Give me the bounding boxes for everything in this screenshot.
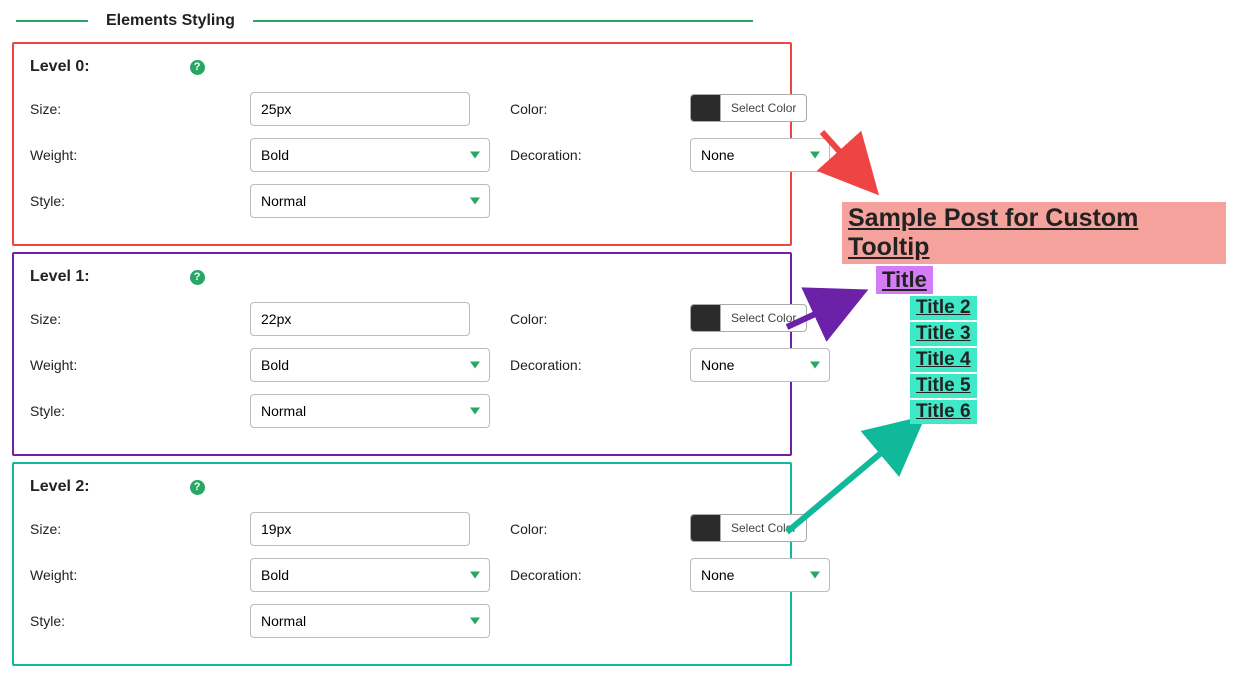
preview-pane: Sample Post for Custom Tooltip Title Tit… [802, 12, 1226, 672]
preview-heading-1: Title [876, 266, 933, 294]
size-label: Size: [30, 521, 230, 537]
weight-label: Weight: [30, 567, 230, 583]
size-label: Size: [30, 311, 230, 327]
color-swatch [691, 305, 721, 331]
level-0-panel: Level 0: ? Size: Color: Select Color Wei… [12, 42, 792, 246]
section-header: Elements Styling [12, 12, 792, 42]
style-select[interactable]: Normal [250, 604, 490, 638]
level-1-title: Level 1: [30, 268, 90, 286]
style-select[interactable]: Normal [250, 394, 490, 428]
help-icon[interactable]: ? [190, 270, 205, 285]
color-swatch [691, 515, 721, 541]
preview-heading-2: Title 2 [910, 296, 977, 320]
preview-heading-0: Sample Post for Custom Tooltip [842, 202, 1226, 264]
decoration-label: Decoration: [510, 357, 670, 373]
section-title: Elements Styling [106, 12, 235, 30]
level-0-title: Level 0: [30, 58, 90, 76]
size-label: Size: [30, 101, 230, 117]
preview-heading-2: Title 6 [910, 400, 977, 424]
color-label: Color: [510, 521, 670, 537]
color-swatch [691, 95, 721, 121]
accent-line-left [16, 20, 88, 22]
size-input[interactable] [250, 92, 470, 126]
level-2-title: Level 2: [30, 478, 90, 496]
style-select[interactable]: Normal [250, 184, 490, 218]
size-input[interactable] [250, 302, 470, 336]
weight-label: Weight: [30, 147, 230, 163]
weight-select[interactable]: Bold [250, 348, 490, 382]
size-input[interactable] [250, 512, 470, 546]
help-icon[interactable]: ? [190, 60, 205, 75]
arrow-red-icon [812, 122, 892, 202]
preview-heading-2: Title 5 [910, 374, 977, 398]
accent-line-right [253, 20, 753, 22]
level-2-panel: Level 2: ? Size: Color: Select Color Wei… [12, 462, 792, 666]
decoration-label: Decoration: [510, 147, 670, 163]
help-icon[interactable]: ? [190, 480, 205, 495]
style-label: Style: [30, 193, 230, 209]
decoration-label: Decoration: [510, 567, 670, 583]
select-color-label: Select Color [721, 101, 806, 115]
color-label: Color: [510, 101, 670, 117]
level-1-panel: Level 1: ? Size: Color: Select Color Wei… [12, 252, 792, 456]
color-label: Color: [510, 311, 670, 327]
preview-heading-2: Title 4 [910, 348, 977, 372]
preview-heading-2: Title 3 [910, 322, 977, 346]
arrow-teal-icon [782, 412, 932, 542]
weight-select[interactable]: Bold [250, 138, 490, 172]
weight-label: Weight: [30, 357, 230, 373]
style-label: Style: [30, 403, 230, 419]
weight-select[interactable]: Bold [250, 558, 490, 592]
style-label: Style: [30, 613, 230, 629]
select-color-button[interactable]: Select Color [690, 94, 807, 122]
